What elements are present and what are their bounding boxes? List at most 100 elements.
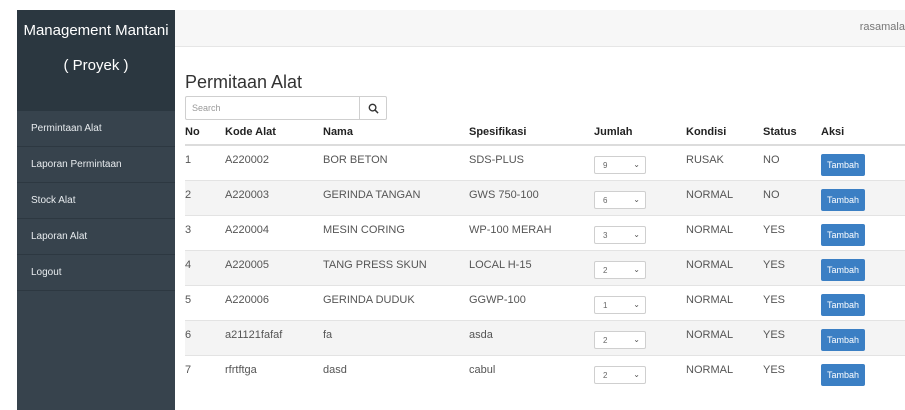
row-status: YES	[763, 294, 786, 306]
search-button[interactable]	[359, 97, 386, 119]
row-kode-alat: A220003	[225, 189, 270, 201]
jumlah-select[interactable]: 2 ⌄	[594, 331, 646, 349]
row-status: YES	[763, 259, 786, 271]
cell-no: 7	[185, 355, 225, 390]
cell-kode: A220006	[225, 285, 323, 321]
cell-no: 6	[185, 320, 225, 356]
row-spesifikasi: cabul	[469, 364, 496, 376]
row-kode-alat: A220004	[225, 224, 270, 236]
jumlah-select[interactable]: 3 ⌄	[594, 226, 646, 244]
row-no: 5	[185, 294, 192, 306]
cell-jumlah: 2 ⌄	[594, 320, 686, 356]
cell-status: NO	[763, 180, 821, 216]
cell-spesifikasi: cabul	[469, 355, 594, 390]
cell-nama: TANG PRESS SKUN	[323, 250, 469, 286]
cell-spesifikasi: WP-100 MERAH	[469, 215, 594, 251]
jumlah-select[interactable]: 9 ⌄	[594, 156, 646, 174]
chevron-down-icon: ⌄	[633, 160, 640, 169]
cell-kondisi: NORMAL	[686, 250, 763, 286]
row-status: NO	[763, 154, 780, 166]
cell-nama: GERINDA DUDUK	[323, 285, 469, 321]
cell-kode: A220002	[225, 144, 323, 181]
cell-aksi: Tambah	[821, 215, 905, 251]
row-spesifikasi: SDS-PLUS	[469, 154, 525, 166]
table-row: 4 A220005 TANG PRESS SKUN LOCAL H-15 2 ⌄ NORMA…	[185, 250, 905, 286]
tambah-button[interactable]: Tambah	[821, 224, 865, 246]
cell-kondisi: NORMAL	[686, 355, 763, 390]
cell-nama: MESIN CORING	[323, 215, 469, 251]
page-title: Permitaan Alat	[185, 72, 303, 92]
search-input[interactable]	[186, 98, 359, 118]
sidebar-item-laporan-alat[interactable]: Laporan Alat	[17, 219, 175, 255]
user-menu[interactable]: rasamala	[860, 21, 905, 33]
row-spesifikasi: LOCAL H-15	[469, 259, 532, 271]
cell-jumlah: 2 ⌄	[594, 250, 686, 286]
chevron-down-icon: ⌄	[633, 265, 640, 274]
row-kode-alat: rfrtftga	[225, 364, 257, 376]
cell-spesifikasi: asda	[469, 320, 594, 356]
jumlah-select[interactable]: 6 ⌄	[594, 191, 646, 209]
jumlah-select[interactable]: 1 ⌄	[594, 296, 646, 314]
row-kode-alat: a21121fafaf	[225, 329, 283, 341]
jumlah-select[interactable]: 2 ⌄	[594, 366, 646, 384]
row-kondisi: NORMAL	[686, 259, 734, 271]
row-spesifikasi: WP-100 MERAH	[469, 224, 552, 236]
table-row: 3 A220004 MESIN CORING WP-100 MERAH 3 ⌄ NORMAL…	[185, 215, 905, 251]
table-row: 5 A220006 GERINDA DUDUK GGWP-100 1 ⌄ NORMAL YES…	[185, 285, 905, 321]
cell-aksi: Tambah	[821, 180, 905, 216]
tambah-button[interactable]: Tambah	[821, 189, 865, 211]
cell-status: YES	[763, 250, 821, 286]
sidebar-item-logout[interactable]: Logout	[17, 255, 175, 291]
cell-kode: A220005	[225, 250, 323, 286]
col-jumlah: Jumlah	[594, 120, 686, 146]
row-nama: GERINDA DUDUK	[323, 294, 415, 306]
cell-spesifikasi: SDS-PLUS	[469, 144, 594, 181]
jumlah-value: 2	[603, 266, 608, 275]
cell-jumlah: 3 ⌄	[594, 215, 686, 251]
table-row: 2 A220003 GERINDA TANGAN GWS 750-100 6 ⌄ NORMA…	[185, 180, 905, 216]
table-row: 1 A220002 BOR BETON SDS-PLUS 9 ⌄ RUSAK NO Tambah	[185, 144, 905, 181]
cell-kondisi: NORMAL	[686, 320, 763, 356]
tambah-button[interactable]: Tambah	[821, 364, 865, 386]
cell-nama: BOR BETON	[323, 144, 469, 181]
chevron-down-icon: ⌄	[633, 230, 640, 239]
cell-nama: fa	[323, 320, 469, 356]
brand-title: Management Mantani	[23, 22, 169, 39]
cell-aksi: Tambah	[821, 355, 905, 390]
tambah-button[interactable]: Tambah	[821, 294, 865, 316]
tambah-button[interactable]: Tambah	[821, 329, 865, 351]
cell-no: 3	[185, 215, 225, 251]
search-icon	[368, 103, 379, 114]
cell-status: YES	[763, 355, 821, 390]
tambah-button[interactable]: Tambah	[821, 259, 865, 281]
sidebar-item-permintaan-alat[interactable]: Permintaan Alat	[17, 111, 175, 147]
topbar: rasamala	[175, 10, 905, 47]
search-box	[185, 96, 387, 120]
row-kondisi: RUSAK	[686, 154, 724, 166]
cell-no: 2	[185, 180, 225, 216]
col-nama: Nama	[323, 120, 469, 146]
row-nama: GERINDA TANGAN	[323, 189, 421, 201]
chevron-down-icon: ⌄	[633, 300, 640, 309]
cell-kondisi: NORMAL	[686, 180, 763, 216]
row-kondisi: NORMAL	[686, 364, 734, 376]
row-no: 4	[185, 259, 192, 271]
col-kode-alat: Kode Alat	[225, 120, 323, 146]
cell-aksi: Tambah	[821, 250, 905, 286]
row-kondisi: NORMAL	[686, 294, 734, 306]
col-no: No	[185, 120, 225, 146]
sidebar-item-laporan-permintaan[interactable]: Laporan Permintaan	[17, 147, 175, 183]
tambah-button[interactable]: Tambah	[821, 154, 865, 176]
cell-aksi: Tambah	[821, 320, 905, 356]
row-kode-alat: A220006	[225, 294, 270, 306]
jumlah-value: 9	[603, 161, 608, 170]
sidebar-item-stock-alat[interactable]: Stock Alat	[17, 183, 175, 219]
jumlah-value: 6	[603, 196, 608, 205]
cell-status: YES	[763, 285, 821, 321]
cell-kondisi: NORMAL	[686, 215, 763, 251]
cell-status: NO	[763, 144, 821, 181]
jumlah-select[interactable]: 2 ⌄	[594, 261, 646, 279]
cell-spesifikasi: LOCAL H-15	[469, 250, 594, 286]
cell-kode: rfrtftga	[225, 355, 323, 390]
cell-jumlah: 2 ⌄	[594, 355, 686, 390]
